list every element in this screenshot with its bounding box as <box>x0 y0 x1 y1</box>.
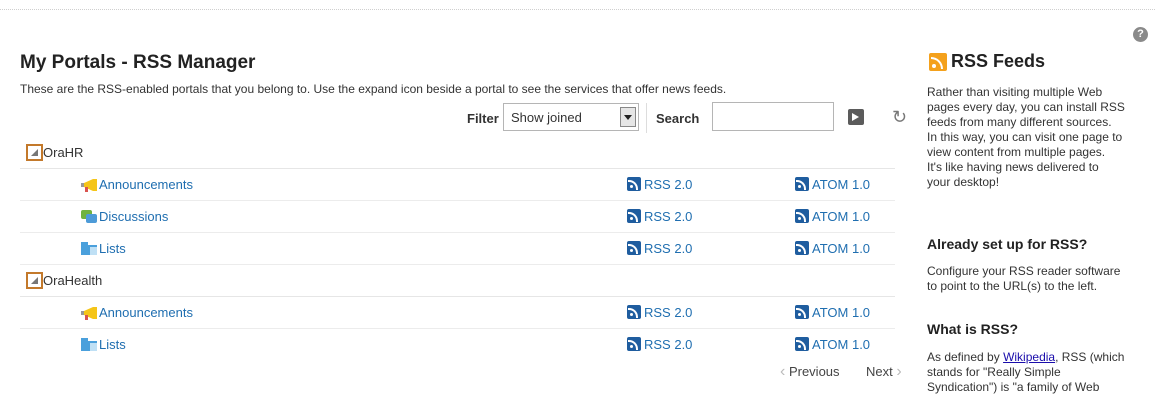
what-suffix: , RSS (which <box>1055 350 1125 364</box>
search-input[interactable] <box>712 102 834 131</box>
sidebar-title: RSS Feeds <box>951 51 1046 71</box>
rss-link[interactable]: RSS 2.0 <box>627 209 692 224</box>
atom-link-label: ATOM 1.0 <box>812 337 871 352</box>
page-title: My Portals - RSS Manager <box>20 52 256 73</box>
list-folder-icon <box>81 242 97 255</box>
service-row: Announcements RSS 2.0 ATOM 1.0 <box>20 169 895 201</box>
rss-feed-icon <box>929 53 947 71</box>
portal-row: OraHealth <box>20 265 895 297</box>
megaphone-icon <box>81 306 97 320</box>
rss-link-label: RSS 2.0 <box>644 337 693 352</box>
service-link[interactable]: Lists <box>99 241 126 256</box>
service-row: Lists RSS 2.0 ATOM 1.0 <box>20 233 895 265</box>
feed-icon <box>795 337 809 351</box>
wikipedia-link[interactable]: Wikipedia <box>1003 350 1055 364</box>
feed-icon <box>795 177 809 191</box>
service-row: Discussions RSS 2.0 ATOM 1.0 <box>20 201 895 233</box>
atom-link[interactable]: ATOM 1.0 <box>795 209 870 224</box>
service-row: Lists RSS 2.0 ATOM 1.0 <box>20 329 895 360</box>
feed-icon <box>795 305 809 319</box>
atom-link[interactable]: ATOM 1.0 <box>795 337 870 352</box>
rss-link[interactable]: RSS 2.0 <box>627 177 692 192</box>
filter-label: Filter <box>467 111 499 126</box>
service-link[interactable]: Announcements <box>99 305 193 320</box>
chevron-right-icon: › <box>896 363 902 380</box>
feed-icon <box>627 209 641 223</box>
service-link[interactable]: Announcements <box>99 177 193 192</box>
setup-heading: Already set up for RSS? <box>927 236 1088 252</box>
filter-select[interactable]: Show joined <box>503 103 639 131</box>
feed-icon <box>795 209 809 223</box>
what-text: As defined by Wikipedia, RSS (which stan… <box>927 350 1124 395</box>
portal-name: OraHR <box>43 145 84 160</box>
what-rest: stands for "Really Simple Syndication") … <box>927 365 1100 394</box>
chevron-left-icon: ‹ <box>780 363 786 380</box>
previous-page-link[interactable]: ‹ Previous <box>780 363 840 381</box>
rss-link-label: RSS 2.0 <box>644 209 693 224</box>
next-page-link[interactable]: Next › <box>866 363 902 381</box>
toolbar-divider <box>646 103 647 133</box>
search-label: Search <box>656 111 700 126</box>
next-label: Next <box>866 364 893 379</box>
list-folder-icon <box>81 338 97 351</box>
feed-icon <box>627 177 641 191</box>
setup-text: Configure your RSS reader software to po… <box>927 264 1121 293</box>
sidebar-intro: Rather than visiting multiple Web pages … <box>927 85 1125 189</box>
filter-select-value: Show joined <box>511 110 582 125</box>
top-divider <box>0 9 1155 10</box>
atom-link-label: ATOM 1.0 <box>812 241 871 256</box>
search-go-icon[interactable] <box>848 109 864 125</box>
rss-link[interactable]: RSS 2.0 <box>627 337 692 352</box>
rss-link-label: RSS 2.0 <box>644 241 693 256</box>
feed-icon <box>627 337 641 351</box>
expand-icon[interactable] <box>26 144 43 161</box>
feed-icon <box>795 241 809 255</box>
feed-icon <box>627 305 641 319</box>
what-heading: What is RSS? <box>927 321 1019 337</box>
portal-row: OraHR <box>20 137 895 169</box>
help-icon[interactable]: ? <box>1133 27 1148 42</box>
page-description: These are the RSS-enabled portals that y… <box>20 82 727 96</box>
service-row: Announcements RSS 2.0 ATOM 1.0 <box>20 297 895 329</box>
portal-name: OraHealth <box>43 273 103 288</box>
what-prefix: As defined by <box>927 350 1004 364</box>
refresh-icon[interactable]: ↻ <box>892 107 907 127</box>
atom-link-label: ATOM 1.0 <box>812 177 871 192</box>
megaphone-icon <box>81 178 97 192</box>
atom-link[interactable]: ATOM 1.0 <box>795 241 870 256</box>
atom-link-label: ATOM 1.0 <box>812 209 871 224</box>
rss-link[interactable]: RSS 2.0 <box>627 305 692 320</box>
discussion-icon <box>81 210 97 223</box>
rss-link[interactable]: RSS 2.0 <box>627 241 692 256</box>
chevron-down-icon[interactable] <box>620 107 636 127</box>
atom-link[interactable]: ATOM 1.0 <box>795 177 870 192</box>
service-link[interactable]: Discussions <box>99 209 168 224</box>
previous-label: Previous <box>788 364 840 379</box>
atom-link-label: ATOM 1.0 <box>812 305 871 320</box>
atom-link[interactable]: ATOM 1.0 <box>795 305 870 320</box>
service-link[interactable]: Lists <box>99 337 126 352</box>
rss-link-label: RSS 2.0 <box>644 177 693 192</box>
feed-icon <box>627 241 641 255</box>
rss-link-label: RSS 2.0 <box>644 305 693 320</box>
expand-icon[interactable] <box>26 272 43 289</box>
